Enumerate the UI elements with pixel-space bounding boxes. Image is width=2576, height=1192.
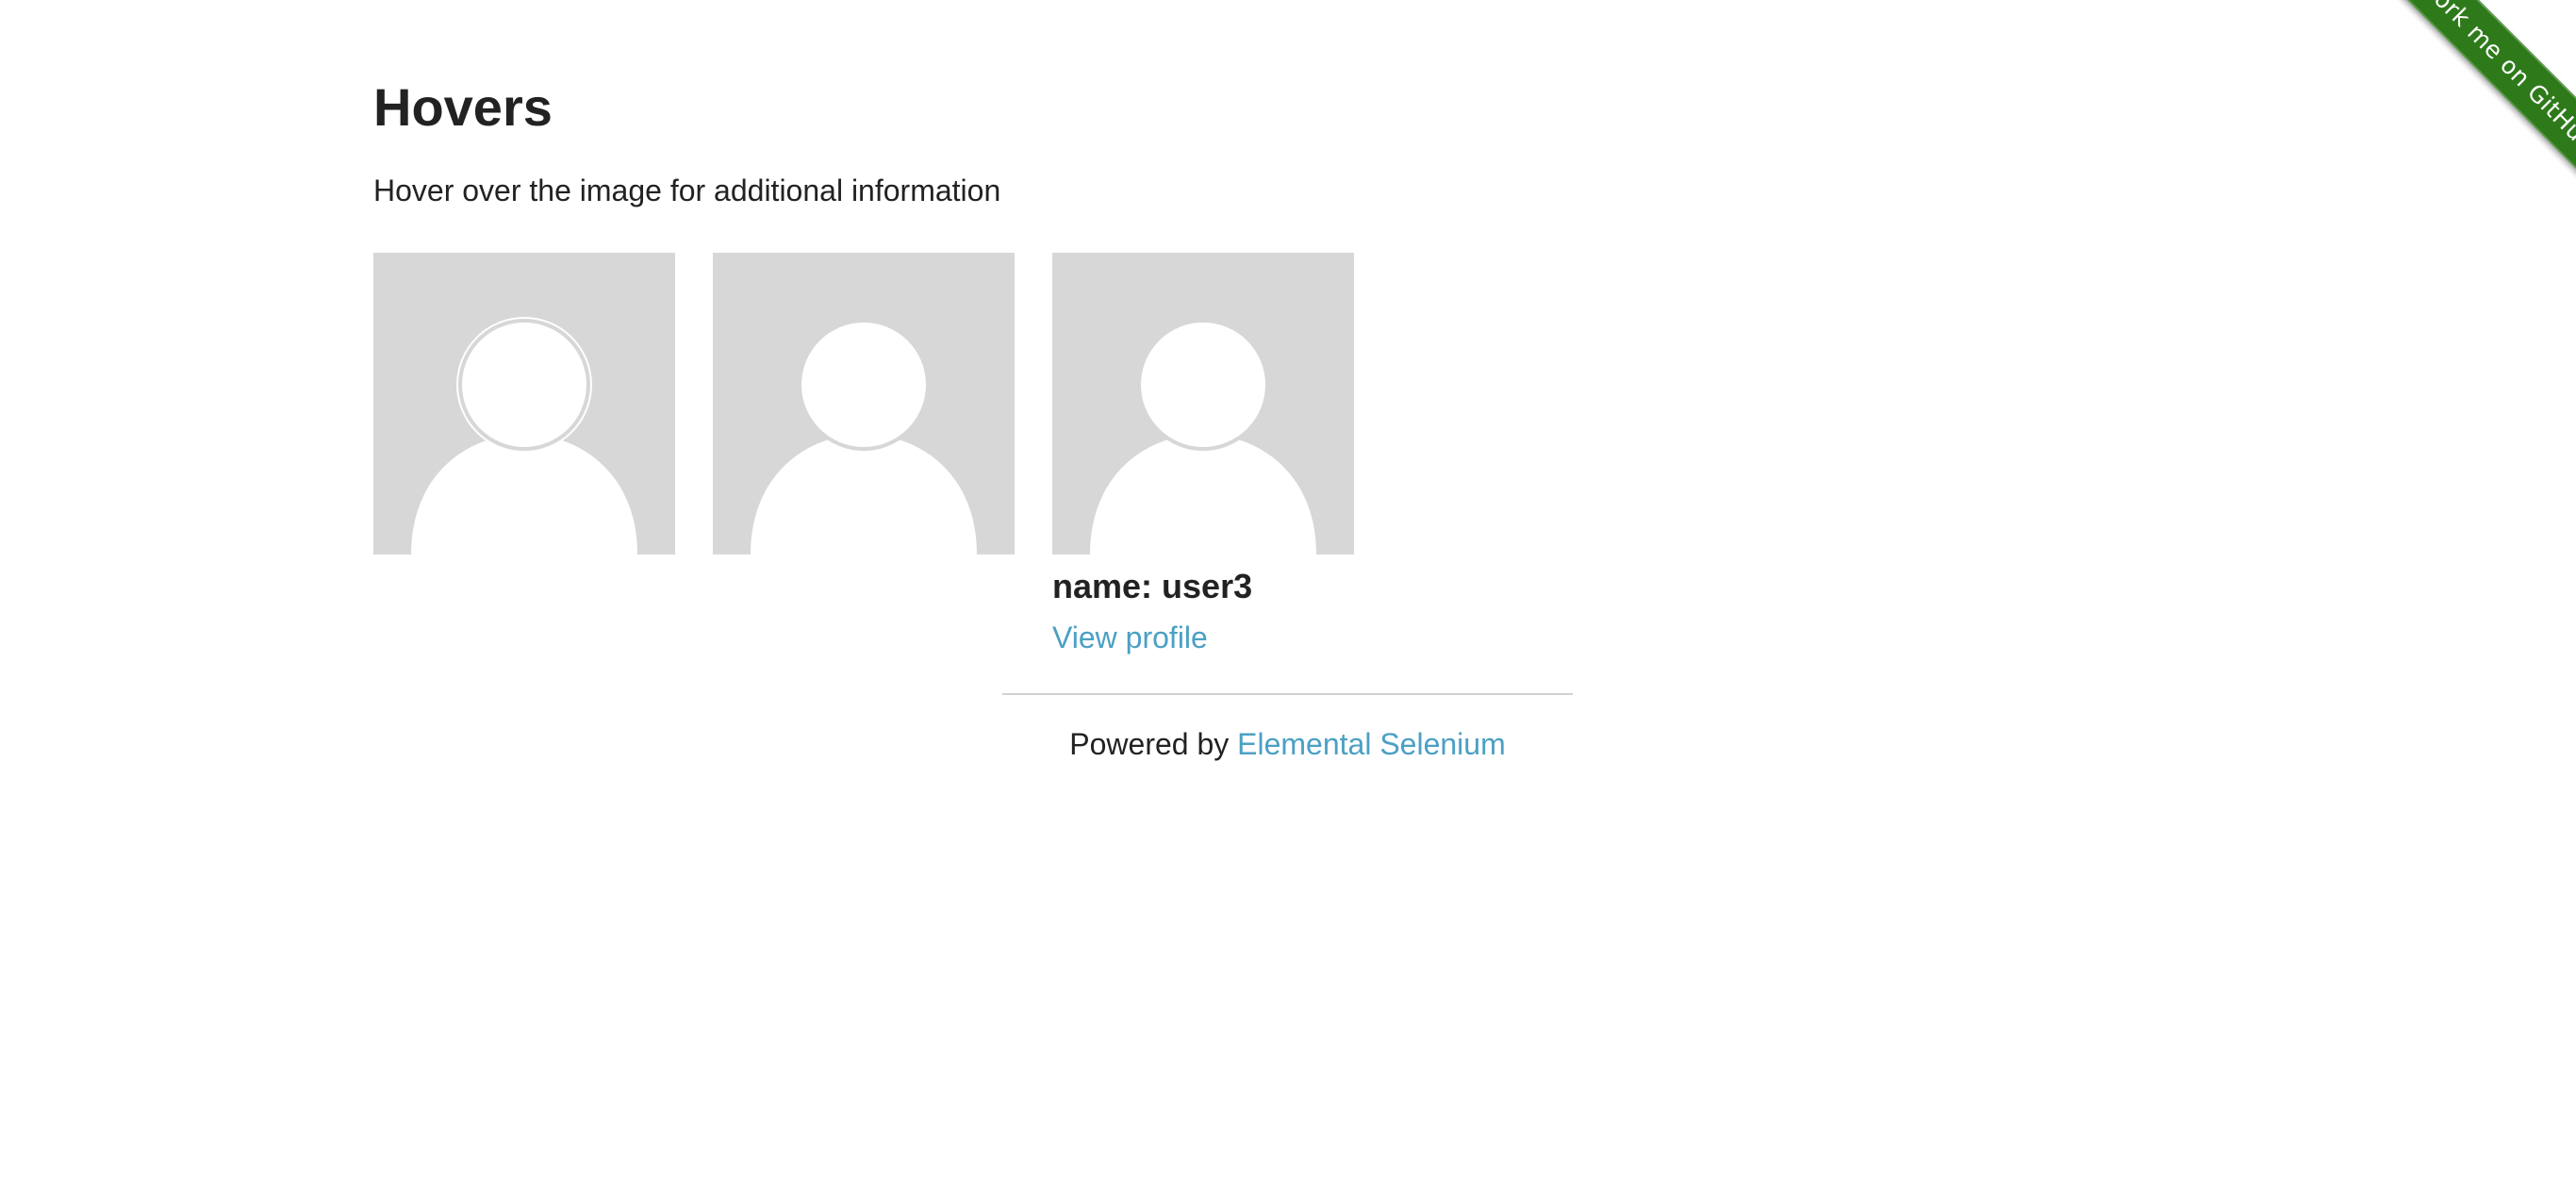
intro-text: Hover over the image for additional info… <box>373 174 1001 207</box>
figure-user2[interactable] <box>713 253 1015 555</box>
figure-user3[interactable]: name: user3 View profile <box>1052 253 1354 654</box>
user-avatar-icon[interactable] <box>713 253 1015 555</box>
elemental-selenium-link[interactable]: Elemental Selenium <box>1237 727 1506 761</box>
figure-user1[interactable] <box>373 253 675 555</box>
powered-by-text: Powered by Elemental Selenium <box>1002 723 1573 765</box>
powered-by-label: Powered by <box>1069 727 1230 761</box>
user-avatar-icon[interactable] <box>1052 253 1354 555</box>
fork-me-ribbon: Fork me on GitHub <box>2321 0 2576 255</box>
figure-caption: name: user3 View profile <box>1052 564 1252 658</box>
view-profile-link[interactable]: View profile <box>1052 617 1252 658</box>
page-title: Hovers <box>373 77 553 137</box>
user-avatar-icon[interactable] <box>373 253 675 555</box>
fork-me-on-github-link[interactable]: Fork me on GitHub <box>2352 0 2576 225</box>
page-footer: Powered by Elemental Selenium <box>1002 693 1573 765</box>
caption-name: name: user3 <box>1052 567 1253 605</box>
